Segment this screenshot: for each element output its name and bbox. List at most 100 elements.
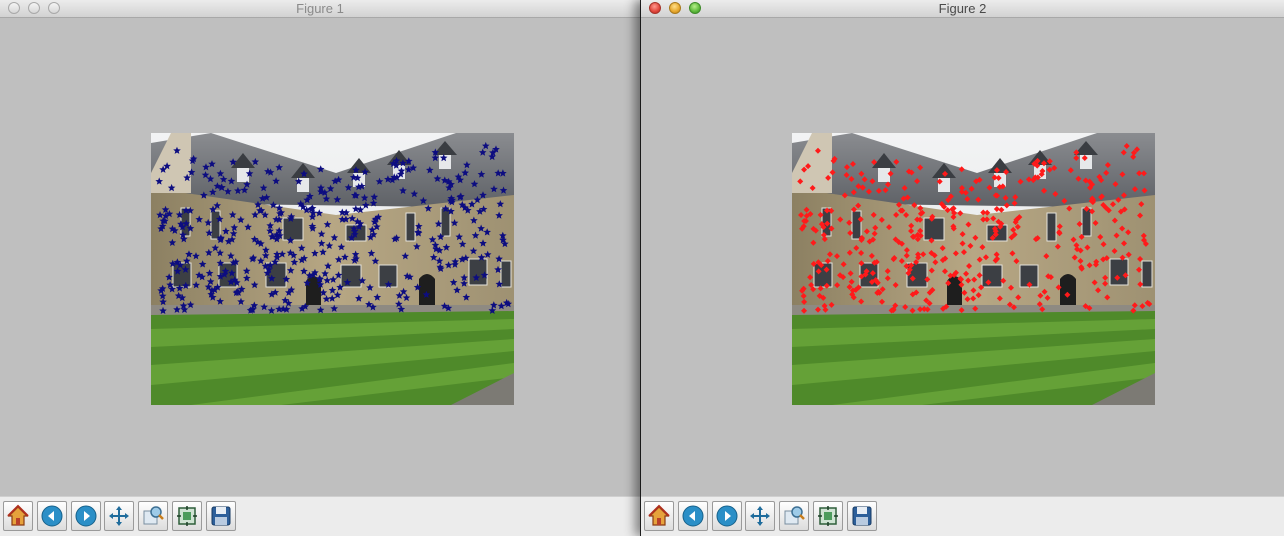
diamond-marker — [914, 178, 921, 185]
diamond-marker — [945, 280, 952, 287]
diamond-marker — [965, 277, 972, 284]
star-marker — [460, 279, 468, 287]
zoom-rect-button[interactable] — [138, 501, 168, 531]
window-titlebar[interactable]: Figure 1 — [0, 0, 640, 18]
diamond-marker — [1119, 254, 1126, 261]
pan-button[interactable] — [745, 501, 775, 531]
star-marker — [428, 235, 437, 243]
pan-button[interactable] — [104, 501, 134, 531]
diamond-marker — [1083, 205, 1090, 212]
diamond-marker — [957, 210, 964, 217]
star-marker — [175, 210, 184, 219]
star-marker — [494, 265, 502, 273]
diamond-marker — [841, 192, 848, 199]
diamond-marker — [798, 212, 805, 219]
home-button[interactable] — [3, 501, 33, 531]
diamond-marker — [1137, 212, 1144, 219]
diamond-marker — [1130, 307, 1137, 314]
window-title: Figure 2 — [938, 1, 987, 16]
star-marker — [286, 236, 295, 244]
diamond-marker — [968, 185, 975, 192]
star-marker — [410, 190, 419, 198]
diamond-marker — [978, 284, 985, 291]
diamond-marker — [848, 278, 855, 285]
forward-button[interactable] — [712, 501, 742, 531]
star-marker — [251, 157, 260, 166]
star-marker — [415, 222, 423, 230]
diamond-marker — [801, 298, 808, 305]
home-icon — [648, 504, 670, 526]
home-button[interactable] — [644, 501, 674, 531]
star-marker — [384, 280, 393, 288]
subplots-button[interactable] — [813, 501, 843, 531]
star-marker — [316, 280, 325, 288]
star-marker — [260, 303, 268, 311]
diamond-marker — [903, 212, 910, 219]
diamond-marker — [1122, 272, 1129, 279]
diamond-marker — [1137, 256, 1144, 263]
star-marker — [272, 177, 280, 185]
star-marker — [257, 257, 265, 265]
figure-canvas[interactable] — [641, 18, 1284, 497]
star-marker — [422, 290, 431, 298]
image-axes[interactable] — [151, 133, 514, 405]
save-button[interactable] — [847, 501, 877, 531]
star-marker — [352, 166, 360, 174]
diamond-marker — [1073, 149, 1080, 156]
diamond-marker — [972, 234, 979, 241]
star-marker — [329, 275, 337, 283]
diamond-marker — [1039, 306, 1046, 313]
diamond-marker — [826, 251, 833, 258]
star-marker — [413, 283, 422, 291]
diamond-marker — [887, 170, 894, 177]
star-marker — [343, 278, 352, 286]
star-marker — [267, 306, 276, 314]
diamond-marker — [1054, 243, 1061, 250]
diamond-marker — [982, 254, 989, 261]
star-marker — [185, 250, 193, 258]
back-icon — [41, 505, 63, 527]
star-marker — [439, 154, 448, 162]
star-marker — [361, 168, 369, 176]
back-button[interactable] — [37, 501, 67, 531]
diamond-marker — [817, 211, 824, 218]
star-marker — [333, 195, 342, 203]
diamond-marker — [1120, 149, 1127, 156]
diamond-marker — [1064, 291, 1071, 298]
diamond-marker — [917, 164, 924, 171]
star-marker — [237, 297, 245, 305]
star-marker — [181, 265, 190, 273]
star-marker — [206, 175, 215, 183]
star-marker — [244, 223, 252, 231]
window-titlebar[interactable]: Figure 2 — [641, 0, 1284, 18]
forward-icon — [75, 505, 97, 527]
star-marker — [482, 141, 490, 150]
zoom-icon — [143, 506, 164, 525]
zoom-rect-button[interactable] — [779, 501, 809, 531]
star-marker — [450, 219, 459, 227]
diamond-marker — [950, 214, 957, 221]
diamond-marker — [1136, 266, 1143, 273]
diamond-marker — [941, 268, 948, 275]
diamond-marker — [993, 206, 1000, 213]
save-button[interactable] — [206, 501, 236, 531]
figure-canvas[interactable] — [0, 18, 640, 497]
back-button[interactable] — [678, 501, 708, 531]
diamond-marker — [939, 245, 946, 252]
diamond-marker — [1111, 217, 1118, 224]
subplots-button[interactable] — [172, 501, 202, 531]
star-marker — [477, 170, 486, 178]
diamond-marker — [1010, 226, 1017, 233]
diamond-marker — [983, 216, 990, 223]
image-axes[interactable] — [792, 133, 1155, 405]
star-marker — [216, 249, 224, 257]
star-marker — [373, 293, 382, 301]
star-marker — [282, 275, 291, 283]
star-marker — [192, 252, 200, 260]
forward-button[interactable] — [71, 501, 101, 531]
star-marker — [499, 186, 508, 194]
diamond-marker — [1100, 241, 1107, 248]
diamond-marker — [821, 236, 828, 243]
star-marker — [240, 186, 249, 194]
diamond-marker — [878, 216, 885, 223]
